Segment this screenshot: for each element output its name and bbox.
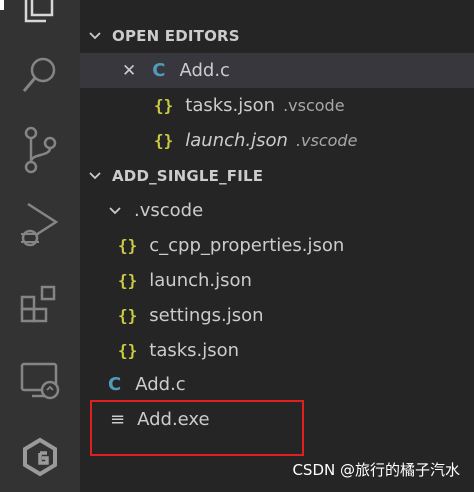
chevron-down-icon: [109, 206, 121, 214]
json-file-icon: {}: [118, 341, 138, 360]
extensions-icon[interactable]: [0, 270, 80, 340]
open-editor-item-add-c[interactable]: ✕ C Add.c: [80, 53, 474, 88]
file-label: c_cpp_properties.json: [149, 235, 345, 256]
run-debug-icon[interactable]: [0, 190, 80, 260]
activity-bar: [0, 0, 80, 492]
source-control-icon[interactable]: [0, 115, 80, 185]
file-label: Add.c: [135, 374, 186, 395]
workspace-header[interactable]: ADD_SINGLE_FILE: [80, 158, 474, 193]
json-file-icon: {}: [154, 96, 174, 115]
json-file-icon: {}: [118, 236, 138, 255]
open-editor-description: .vscode: [283, 96, 345, 115]
open-editor-item-tasks-json[interactable]: {} tasks.json .vscode: [80, 88, 474, 123]
json-file-icon: {}: [154, 131, 174, 150]
json-file-icon: {}: [118, 306, 138, 325]
open-editor-label: Add.c: [179, 60, 230, 81]
open-editors-header[interactable]: OPEN EDITORS: [80, 18, 474, 53]
gitlens-icon[interactable]: [0, 422, 80, 492]
file-item-add-c[interactable]: C Add.c: [80, 367, 474, 402]
file-item[interactable]: {} tasks.json: [80, 333, 474, 368]
open-editor-label: tasks.json: [185, 95, 276, 116]
files-icon[interactable]: [0, 0, 80, 40]
highlight-box: [90, 400, 304, 456]
file-item[interactable]: {} settings.json: [80, 298, 474, 333]
json-file-icon: {}: [118, 271, 138, 290]
folder-item-vscode[interactable]: .vscode: [80, 193, 474, 228]
close-icon[interactable]: ✕: [122, 61, 136, 81]
search-icon[interactable]: [0, 40, 80, 110]
file-item[interactable]: {} launch.json: [80, 263, 474, 298]
open-editor-item-launch-json[interactable]: {} launch.json .vscode: [80, 123, 474, 158]
folder-label: .vscode: [134, 200, 204, 221]
file-label: launch.json: [149, 270, 252, 291]
chevron-down-icon: [89, 171, 101, 179]
file-item[interactable]: {} c_cpp_properties.json: [80, 228, 474, 263]
remote-explorer-icon[interactable]: [0, 345, 80, 415]
file-label: tasks.json: [149, 340, 240, 361]
c-file-icon: C: [108, 374, 122, 395]
watermark: CSDN @旅行的橘子汽水: [292, 461, 460, 479]
open-editors-title: OPEN EDITORS: [112, 26, 240, 45]
workspace-title: ADD_SINGLE_FILE: [112, 166, 264, 185]
file-label: settings.json: [149, 305, 264, 326]
c-file-icon: C: [152, 60, 166, 81]
open-editor-label: launch.json: [185, 130, 288, 151]
chevron-down-icon: [89, 31, 101, 39]
open-editor-description: .vscode: [295, 131, 358, 150]
